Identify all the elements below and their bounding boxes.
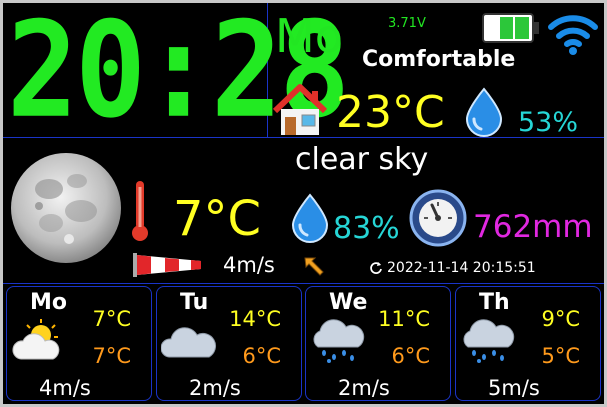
forecast-day: Mo (30, 290, 68, 315)
humidity-drop-icon (465, 87, 503, 137)
forecast-high: 9°C (541, 307, 580, 331)
forecast-wind: 2m/s (338, 376, 390, 400)
forecast-wind: 2m/s (189, 376, 241, 400)
forecast-high: 7°C (92, 307, 131, 331)
windsock-icon (133, 253, 201, 277)
thermometer-icon (132, 181, 148, 241)
forecast-low: 7°C (92, 344, 131, 368)
forecast-wind: 4m/s (39, 376, 91, 400)
refresh-icon (370, 262, 382, 274)
day-of-week: Mo (275, 9, 343, 63)
wind-direction-arrow-icon (304, 257, 324, 276)
forecast-wind: 5m/s (488, 376, 540, 400)
wifi-icon (548, 15, 598, 55)
cloud-icon (161, 327, 217, 358)
forecast-day: Tu (180, 290, 209, 315)
barometer-icon (409, 189, 467, 247)
indoor-humidity: 53% (518, 107, 579, 138)
battery-icon (482, 13, 539, 43)
forecast-card-we: We 11°C 6°C 2m/s (305, 286, 451, 401)
forecast-high: 11°C (378, 307, 430, 331)
house-icon (272, 84, 328, 135)
moon-icon (11, 153, 121, 263)
weather-condition: clear sky (295, 142, 429, 177)
outdoor-humidity-drop-icon (291, 193, 329, 243)
outdoor-humidity: 83% (333, 211, 400, 246)
forecast-day: We (329, 290, 368, 315)
outdoor-temperature: 7°C (173, 191, 262, 247)
forecast-day: Th (479, 290, 510, 315)
partly-cloudy-icon (12, 319, 60, 360)
forecast-low: 6°C (391, 344, 430, 368)
rain-cloud-icon (313, 319, 365, 363)
forecast-high: 14°C (229, 307, 281, 331)
forecast-low: 5°C (541, 344, 580, 368)
battery-voltage: 3.71V (388, 16, 426, 31)
forecast-card-tu: Tu 14°C 6°C 2m/s (156, 286, 302, 401)
forecast-divider (3, 283, 604, 284)
forecast-card-th: Th 9°C 5°C 5m/s (455, 286, 601, 401)
forecast-low: 6°C (242, 344, 281, 368)
weather-display: 20:28 Mo 3.71V Comfortable 23°C 53% clea… (3, 3, 604, 404)
rain-cloud-icon (463, 319, 515, 363)
indoor-temperature: 23°C (336, 87, 445, 138)
pressure: 762mm (473, 209, 593, 245)
last-updated: 2022-11-14 20:15:51 (387, 260, 536, 276)
wind-speed: 4m/s (223, 253, 275, 277)
comfort-status: Comfortable (362, 47, 516, 72)
forecast-card-mo: Mo 7°C 7°C 4m/s (6, 286, 152, 401)
